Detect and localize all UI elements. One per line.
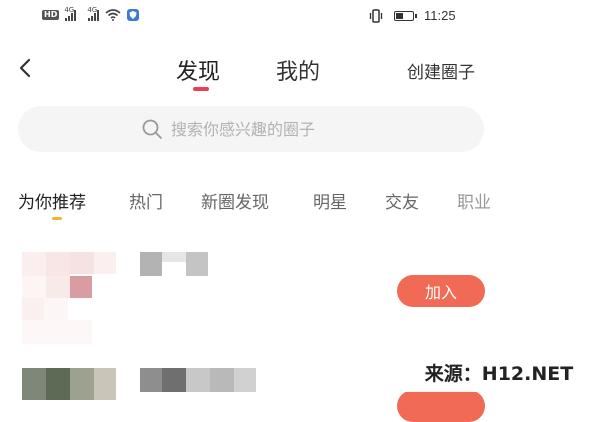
hd-badge: HD xyxy=(42,10,60,20)
category-tab-new-circles[interactable]: 新圈发现 xyxy=(201,188,269,213)
battery-level-fill xyxy=(396,12,403,19)
search-bar[interactable] xyxy=(18,106,484,152)
status-right-group: 11:25 xyxy=(368,8,456,23)
active-category-indicator xyxy=(52,217,62,220)
wifi-icon xyxy=(105,9,121,21)
back-arrow-icon[interactable] xyxy=(14,54,36,82)
category-tab-hot[interactable]: 热门 xyxy=(129,188,163,213)
shield-icon xyxy=(127,9,140,21)
join-button[interactable]: 加入 xyxy=(397,275,485,307)
signal-icon: 4G xyxy=(64,6,77,21)
signal-icon: 4G xyxy=(87,6,100,21)
network-type-label: 4G xyxy=(87,5,98,14)
active-tab-indicator xyxy=(193,87,209,91)
category-tab-celebrity[interactable]: 明星 xyxy=(313,188,347,213)
search-icon xyxy=(142,119,162,139)
join-button[interactable] xyxy=(397,390,485,422)
tab-discover[interactable]: 发现 xyxy=(176,54,220,86)
tab-mine[interactable]: 我的 xyxy=(276,54,320,86)
category-tab-recommended[interactable]: 为你推荐 xyxy=(18,188,86,213)
status-left-group: HD 4G 4G xyxy=(42,6,140,21)
category-tab-friends[interactable]: 交友 xyxy=(385,188,419,213)
category-tab-career[interactable]: 职业 xyxy=(457,188,491,213)
status-bar: HD 4G 4G 11:25 xyxy=(0,0,600,36)
search-input[interactable] xyxy=(171,119,361,139)
network-type-label: 4G xyxy=(64,5,75,14)
source-watermark: 来源：H12.NET xyxy=(398,352,600,392)
battery-icon xyxy=(394,10,417,21)
vibrate-icon xyxy=(369,8,383,23)
status-time: 11:25 xyxy=(424,8,456,23)
create-circle-button[interactable]: 创建圈子 xyxy=(407,58,475,83)
